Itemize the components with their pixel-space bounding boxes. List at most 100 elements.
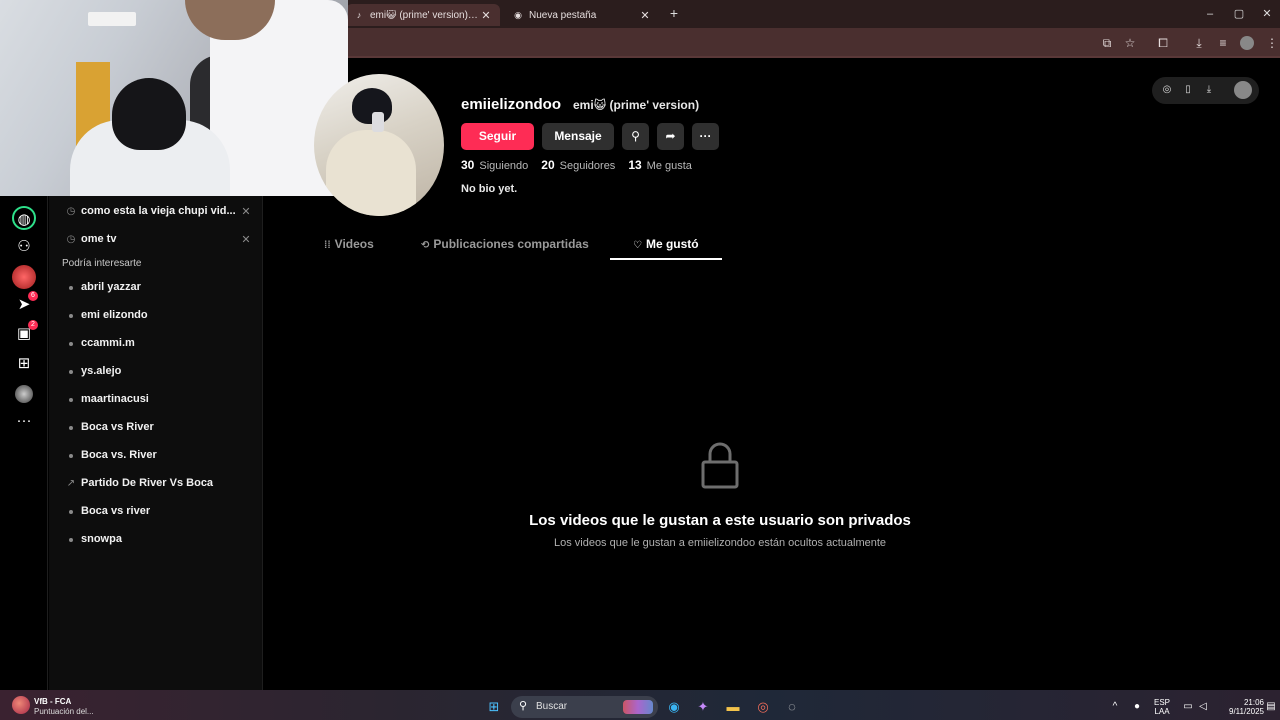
- suggestion-item[interactable]: snowpa: [49, 526, 263, 552]
- followers-count[interactable]: 20: [541, 158, 554, 172]
- device-icon[interactable]: ▯: [1179, 81, 1197, 99]
- windows-start-icon[interactable]: ⊞: [484, 697, 504, 717]
- notifications-icon[interactable]: ▤: [1261, 697, 1280, 717]
- tab-reposts-label: Publicaciones compartidas: [433, 237, 589, 251]
- bookmark-star-icon[interactable]: ☆: [1120, 33, 1140, 53]
- keyboard-layout: LAA: [1154, 707, 1170, 716]
- suggestion-item[interactable]: abril yazzar: [49, 274, 263, 300]
- clock[interactable]: 21:06 9/11/2025: [1214, 698, 1264, 716]
- remove-search-icon[interactable]: ✕: [239, 233, 253, 246]
- dot-icon: [65, 366, 77, 377]
- extensions-icon[interactable]: ⧠: [1153, 33, 1173, 53]
- weather-widget-title[interactable]: VfB - FCA: [34, 697, 71, 706]
- show-hidden-icons-icon[interactable]: ^: [1105, 697, 1125, 717]
- suggestion-text: Boca vs river: [81, 505, 151, 517]
- recent-search-item[interactable]: ◷ ome tv ✕: [49, 226, 263, 252]
- upload-icon[interactable]: ⊞: [12, 352, 36, 376]
- weather-widget-icon[interactable]: [12, 696, 30, 714]
- message-button[interactable]: Mensaje: [542, 123, 614, 150]
- suggestion-text: abril yazzar: [81, 281, 141, 293]
- tab-videos-label: Videos: [334, 237, 374, 251]
- reading-mode-icon[interactable]: ≡: [1213, 33, 1233, 53]
- dot-icon: [65, 282, 77, 293]
- suggestion-item[interactable]: Boca vs. River: [49, 442, 263, 468]
- recent-search-item[interactable]: ◷ como esta la vieja chupi vid... ✕: [49, 198, 263, 224]
- new-tab-button[interactable]: +: [666, 5, 682, 23]
- following-icon[interactable]: ⚇: [12, 235, 36, 259]
- suggestion-item[interactable]: ys.alejo: [49, 358, 263, 384]
- copilot-icon[interactable]: ✦: [693, 697, 713, 717]
- suggestion-text: maartinacusi: [81, 393, 149, 405]
- language-indicator[interactable]: ESP LAA: [1150, 698, 1174, 716]
- cast-icon[interactable]: ⧉: [1097, 33, 1117, 53]
- close-window-button[interactable]: ✕: [1253, 4, 1280, 24]
- browser-tab-new[interactable]: ◉ Nueva pestaña ✕: [505, 4, 659, 26]
- minimize-button[interactable]: –: [1196, 4, 1224, 24]
- taskbar-search-label: Buscar: [536, 701, 568, 712]
- browser-menu-icon[interactable]: ⋮: [1262, 33, 1280, 53]
- friends-avatar-icon[interactable]: [12, 265, 36, 289]
- tab-liked[interactable]: ♡ Me gustó: [633, 237, 699, 257]
- followers-label: Seguidores: [559, 160, 616, 172]
- suggestions-heading: Podría interesarte: [62, 258, 142, 269]
- tab-reposts[interactable]: ⟲ Publicaciones compartidas: [421, 237, 589, 257]
- remove-search-icon[interactable]: ✕: [239, 205, 253, 218]
- taskbar-search[interactable]: ⚲ Buscar: [511, 696, 658, 718]
- profile-icon[interactable]: [15, 385, 33, 403]
- following-count[interactable]: 30: [461, 158, 474, 172]
- suggestion-item[interactable]: Boca vs River: [49, 414, 263, 440]
- suggestion-item[interactable]: ↗ Partido De River Vs Boca: [49, 470, 263, 496]
- profile-bio: No bio yet.: [461, 183, 518, 195]
- private-title: Los videos que le gustan a este usuario …: [529, 512, 911, 529]
- browser-tab-profile[interactable]: ♪ emi😺 (prime' version) (@emii ✕: [346, 4, 500, 26]
- weather-widget-subtitle[interactable]: Puntuación del...: [34, 707, 94, 716]
- download-app-icon[interactable]: ⤓: [1200, 81, 1218, 99]
- app-taskbar-icon[interactable]: ◌: [782, 697, 802, 717]
- likes-count: 13: [628, 158, 642, 172]
- messages-icon[interactable]: ➤ 6: [12, 291, 38, 317]
- tab-title: emi😺 (prime' version) (@emii: [370, 9, 480, 21]
- user-avatar-icon[interactable]: [1234, 81, 1252, 99]
- avatar-jacket-shape: [326, 130, 416, 216]
- close-tab-icon[interactable]: ✕: [639, 9, 651, 22]
- dot-icon: [65, 338, 77, 349]
- live-icon[interactable]: ◍: [12, 206, 36, 230]
- microphone-icon[interactable]: ●: [1127, 697, 1147, 717]
- more-icon[interactable]: ···: [12, 409, 36, 433]
- private-subtitle: Los videos que le gustan a emiielizondoo…: [553, 537, 887, 549]
- clock-time: 21:06: [1243, 698, 1264, 707]
- maximize-button[interactable]: ▢: [1225, 4, 1253, 24]
- search-icon: ⚲: [519, 700, 528, 712]
- profile-nickname: emi😺 (prime' version): [573, 98, 700, 112]
- history-icon: ◷: [66, 233, 76, 245]
- close-tab-icon[interactable]: ✕: [480, 9, 492, 22]
- dot-icon: [65, 422, 77, 433]
- webcam-overlay: [0, 0, 348, 196]
- more-options-button[interactable]: ···: [692, 123, 719, 150]
- suggestion-item[interactable]: maartinacusi: [49, 386, 263, 412]
- share-icon[interactable]: ➦: [657, 123, 684, 150]
- profile-avatar-icon[interactable]: [1240, 36, 1254, 50]
- air-conditioner-shape: [88, 12, 136, 26]
- download-icon[interactable]: ⤓: [1189, 33, 1209, 53]
- suggestion-item[interactable]: emi elizondo: [49, 302, 263, 328]
- suggestion-item[interactable]: ccammi.m: [49, 330, 263, 356]
- suggestion-item[interactable]: Boca vs river: [49, 498, 263, 524]
- inbox-icon[interactable]: ▣ 2: [12, 320, 38, 346]
- suggestion-text: ys.alejo: [81, 365, 122, 377]
- profile-avatar[interactable]: [314, 74, 444, 216]
- messages-badge: 6: [28, 291, 38, 301]
- add-friend-icon[interactable]: ⚲: [622, 123, 649, 150]
- edge-icon[interactable]: ◉: [664, 697, 684, 717]
- following-label: Siguiendo: [479, 160, 529, 172]
- suggestion-text: Boca vs River: [81, 421, 154, 433]
- volume-icon[interactable]: ◁: [1193, 697, 1213, 717]
- follow-button[interactable]: Seguir: [461, 123, 534, 150]
- file-explorer-icon[interactable]: ▬: [723, 697, 743, 717]
- clock-date: 9/11/2025: [1229, 707, 1264, 716]
- tab-videos[interactable]: ⁞⁞ Videos: [324, 237, 374, 257]
- search-highlight-image: [623, 700, 653, 714]
- left-rail: ◍ ⚇ ➤ 6 ▣ 2 ⊞ ···: [0, 196, 48, 690]
- chrome-taskbar-icon[interactable]: ◎: [753, 697, 773, 717]
- compass-icon[interactable]: ◎: [1158, 81, 1176, 99]
